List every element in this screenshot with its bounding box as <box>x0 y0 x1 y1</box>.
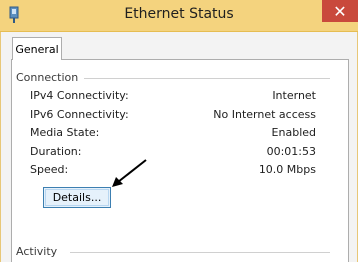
tab-general[interactable]: General <box>12 37 62 60</box>
activity-group-divider <box>70 252 330 253</box>
activity-group-label: Activity <box>16 245 64 258</box>
